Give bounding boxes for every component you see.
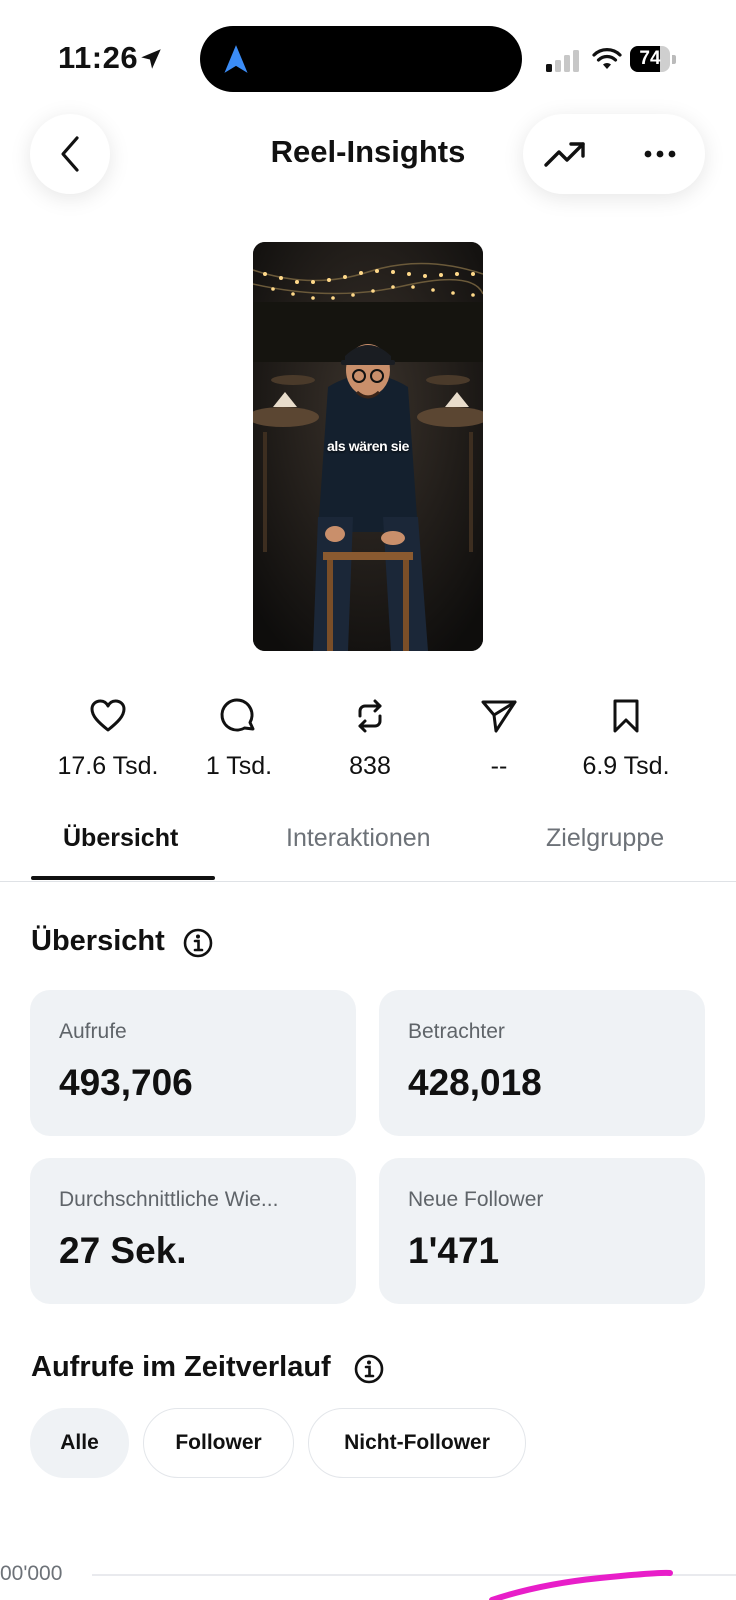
bookmark-icon [613,699,639,733]
header-actions [523,114,705,194]
comments-count: 1 Tsd. [205,752,273,780]
avg-watch-time-card-label: Durchschnittliche Wie... [59,1188,279,1211]
tab-overview[interactable]: Übersicht [63,824,178,853]
location-arrow-icon [141,49,161,69]
views-card-value: 493,706 [59,1062,193,1103]
tab-audience[interactable]: Zielgruppe [546,824,664,853]
likes-metric[interactable]: 17.6 Tsd. [43,696,173,786]
filter-chip-followers[interactable]: Follower [143,1408,294,1478]
share-send-icon [481,700,517,733]
trending-up-icon [544,142,585,167]
reposts-metric[interactable]: 838 [305,696,435,786]
battery-body: 74 [630,46,670,72]
status-time: 11:26 [58,40,139,75]
reel-thumbnail[interactable]: als wären sie [253,242,483,651]
views-chart [92,1569,736,1600]
active-tab-indicator [31,876,215,880]
views-over-time-title: Aufrufe im Zeitverlauf [31,1351,331,1383]
reposts-count: 838 [349,752,391,780]
avg-watch-time-card[interactable]: Durchschnittliche Wie... 27 Sek. [30,1158,356,1304]
shares-count: -- [490,752,508,780]
info-icon[interactable] [353,1353,385,1385]
navigation-arrow-icon [224,45,248,73]
heart-icon [90,699,126,732]
viewers-card[interactable]: Betrachter 428,018 [379,990,705,1136]
status-bar: 11:26 74 [0,0,736,110]
likes-count: 17.6 Tsd. [57,752,159,780]
viewers-card-label: Betrachter [408,1020,505,1043]
more-options-button[interactable] [635,132,685,176]
new-followers-card-value: 1'471 [408,1230,500,1271]
wifi-icon [592,48,622,69]
saves-metric[interactable]: 6.9 Tsd. [561,696,691,786]
reel-caption: als wären sie [327,438,409,454]
filter-chip-non-followers[interactable]: Nicht-Follower [308,1408,526,1478]
tab-interactions[interactable]: Interaktionen [286,824,431,853]
new-followers-card-label: Neue Follower [408,1188,544,1211]
new-followers-card[interactable]: Neue Follower 1'471 [379,1158,705,1304]
avg-watch-time-card-value: 27 Sek. [59,1230,187,1271]
trend-button[interactable] [541,132,589,176]
comment-icon [220,698,255,732]
battery-level-label: 74 [639,48,661,69]
info-icon[interactable] [182,927,214,959]
dynamic-island [200,26,522,92]
more-horizontal-icon [644,150,676,158]
cellular-signal-icon [546,50,579,72]
comments-metric[interactable]: 1 Tsd. [174,696,304,786]
chart-series-line [489,1569,673,1600]
battery-indicator: 74 [630,46,676,72]
shares-metric[interactable]: -- [434,696,564,786]
overview-title: Übersicht [31,925,165,957]
repost-icon [358,699,382,733]
views-card-label: Aufrufe [59,1020,127,1043]
battery-cap [672,55,676,64]
saves-count: 6.9 Tsd. [582,752,670,780]
views-card[interactable]: Aufrufe 493,706 [30,990,356,1136]
filter-chip-all[interactable]: Alle [30,1408,129,1478]
viewers-card-value: 428,018 [408,1062,542,1103]
insights-tabs: Übersicht Interaktionen Zielgruppe [0,810,736,882]
